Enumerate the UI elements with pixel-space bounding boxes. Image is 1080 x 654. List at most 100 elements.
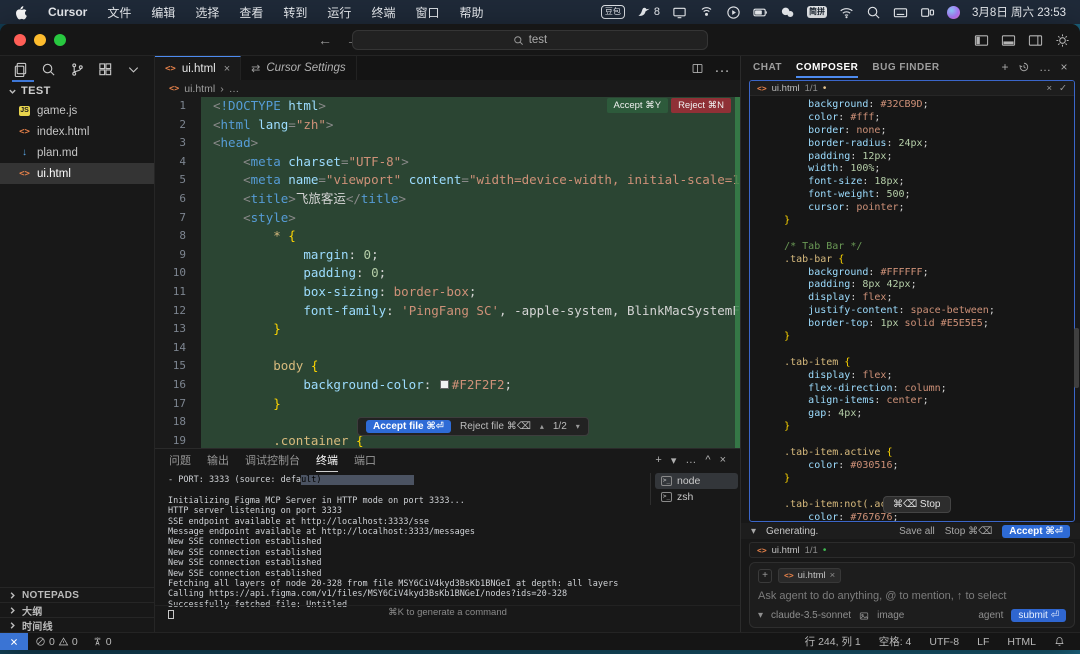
spotlight-search-icon[interactable] — [866, 5, 881, 20]
input-placeholder[interactable]: Ask agent to do anything, @ to mention, … — [758, 590, 1066, 602]
reject-file-button[interactable]: Reject file ⌘⌫ — [460, 421, 531, 432]
maximize-panel-icon[interactable]: ^ — [705, 454, 710, 466]
terminal-session-node[interactable]: >_ node — [655, 473, 738, 489]
composer-code-lines[interactable]: background: #32CB9D; color: #fff; border… — [750, 96, 1074, 522]
keyboard-icon[interactable] — [893, 5, 908, 20]
wifi-icon[interactable] — [839, 5, 854, 20]
code-block-header[interactable]: <> ui.html 1/1 • × ✓ — [750, 81, 1074, 96]
notifications-bell[interactable] — [1047, 636, 1072, 647]
accept-all-button[interactable]: Accept ⌘⏎ — [1002, 525, 1070, 538]
indentation[interactable]: 空格: 4 — [872, 634, 919, 649]
accept-diff-button[interactable]: Accept ⌘Y — [607, 98, 669, 113]
menu-item-go[interactable]: 转到 — [273, 4, 317, 21]
code-editor[interactable]: 1<!DOCTYPE html>2<html lang="zh">3<head>… — [155, 97, 740, 448]
panel-tab-problems[interactable]: 问题 — [169, 452, 191, 468]
source-control-icon[interactable] — [66, 58, 87, 80]
display-icon[interactable] — [672, 5, 687, 20]
play-circle-icon[interactable] — [726, 5, 741, 20]
menu-item-run[interactable]: 运行 — [317, 4, 361, 21]
close-pane-icon[interactable]: × — [1060, 60, 1068, 74]
zoom-window-button[interactable] — [54, 34, 66, 46]
file-item-index-html[interactable]: <> index.html — [0, 121, 154, 142]
menu-item-selection[interactable]: 选择 — [185, 4, 229, 21]
panel-tab-debug-console[interactable]: 调试控制台 — [245, 452, 300, 468]
encoding[interactable]: UTF-8 — [922, 636, 966, 648]
menu-item-terminal[interactable]: 终端 — [361, 4, 405, 21]
problems-status[interactable]: 0 0 — [28, 636, 85, 648]
toggle-secondary-sidebar-icon[interactable] — [1028, 33, 1043, 48]
close-panel-icon[interactable]: × — [720, 454, 726, 466]
reject-block-icon[interactable]: × — [1046, 83, 1052, 94]
command-center-search[interactable]: test — [352, 30, 708, 50]
accept-file-button[interactable]: Accept file ⌘⏎ — [366, 420, 451, 433]
extensions-icon[interactable] — [95, 58, 116, 80]
agent-label[interactable]: agent — [978, 610, 1003, 621]
image-button[interactable]: image — [877, 610, 904, 621]
history-icon[interactable] — [1018, 61, 1030, 73]
save-all-button[interactable]: Save all — [899, 526, 935, 537]
model-selector[interactable]: claude-3.5-sonnet — [771, 610, 851, 621]
menu-item-file[interactable]: 文件 — [97, 4, 141, 21]
pane-more-icon[interactable]: … — [1039, 60, 1052, 74]
next-diff-icon[interactable]: ▾ — [576, 422, 580, 431]
language-mode[interactable]: HTML — [1000, 636, 1043, 648]
tab-cursor-settings[interactable]: ⇄ Cursor Settings — [241, 56, 356, 80]
remove-chip-icon[interactable]: × — [830, 570, 836, 581]
menu-item-app[interactable]: Cursor — [38, 5, 97, 19]
menu-item-edit[interactable]: 编辑 — [141, 4, 185, 21]
battery-icon[interactable] — [753, 5, 768, 20]
toggle-panel-icon[interactable] — [1001, 33, 1016, 48]
remote-indicator[interactable] — [0, 633, 28, 650]
terminal-body[interactable]: - PORT: 3333 (source: default) Initializ… — [155, 471, 740, 619]
breadcrumb-file[interactable]: ui.html — [184, 83, 215, 95]
cursor-position[interactable]: 行 244, 列 1 — [798, 634, 868, 649]
menu-clock[interactable]: 3月8日 周六 23:53 — [972, 4, 1066, 20]
new-terminal-icon[interactable]: + — [655, 454, 661, 466]
close-tab-icon[interactable]: × — [224, 63, 230, 75]
input-method-badge[interactable]: 简拼 — [807, 6, 827, 18]
more-views-chevron-icon[interactable] — [123, 58, 144, 80]
wechat-icon[interactable] — [780, 5, 795, 20]
close-window-button[interactable] — [14, 34, 26, 46]
section-timeline[interactable]: 时间线 — [0, 617, 154, 632]
minimize-window-button[interactable] — [34, 34, 46, 46]
new-chat-icon[interactable]: + — [1001, 60, 1009, 74]
bird-notification-icon[interactable]: 8 — [637, 5, 660, 20]
accept-block-icon[interactable]: ✓ — [1059, 83, 1067, 94]
menu-item-view[interactable]: 查看 — [229, 4, 273, 21]
explorer-section-header[interactable]: TEST — [0, 82, 154, 100]
tab-composer[interactable]: COMPOSER — [796, 62, 858, 78]
stop-generation-tooltip[interactable]: ⌘⌫ Stop — [883, 496, 951, 513]
explorer-icon[interactable] — [10, 58, 31, 80]
tab-ui-html[interactable]: <> ui.html × — [155, 56, 241, 80]
breadcrumb-more[interactable]: … — [229, 83, 240, 95]
file-item-plan-md[interactable]: ↓ plan.md — [0, 142, 154, 163]
file-item-game-js[interactable]: JS game.js — [0, 100, 154, 121]
add-context-button[interactable]: + — [758, 569, 772, 583]
nav-back-button[interactable]: ← — [318, 32, 332, 48]
search-view-icon[interactable] — [38, 58, 59, 80]
prev-diff-icon[interactable]: ▴ — [540, 422, 544, 431]
tab-chat[interactable]: CHAT — [753, 62, 782, 73]
airdrop-icon[interactable] — [699, 5, 714, 20]
terminal-dropdown-icon[interactable]: ▾ — [671, 454, 677, 467]
stop-button[interactable]: Stop ⌘⌫ — [945, 526, 993, 537]
panel-tab-ports[interactable]: 端口 — [354, 452, 376, 468]
panel-tab-output[interactable]: 输出 — [207, 452, 229, 468]
editor-more-actions-icon[interactable]: … — [714, 59, 730, 77]
tab-bug-finder[interactable]: BUG FINDER — [872, 62, 939, 73]
settings-gear-icon[interactable] — [1055, 33, 1070, 48]
changed-file-row[interactable]: <> ui.html 1/1 • — [749, 542, 1075, 558]
panel-more-icon[interactable]: … — [685, 454, 696, 466]
stage-manager-icon[interactable] — [920, 5, 935, 20]
context-chip-ui-html[interactable]: <> ui.html × — [778, 568, 841, 583]
panel-tab-terminal[interactable]: 终端 — [316, 452, 338, 472]
ports-status[interactable]: 0 — [85, 636, 119, 648]
model-dropdown-chevron[interactable]: ▾ — [758, 610, 763, 621]
reject-diff-button[interactable]: Reject ⌘N — [671, 98, 731, 113]
collapse-chevron-icon[interactable]: ▾ — [751, 526, 756, 537]
panel-scrollbar[interactable] — [1074, 328, 1079, 388]
image-icon[interactable] — [859, 611, 869, 621]
menu-item-help[interactable]: 帮助 — [449, 4, 493, 21]
submit-button[interactable]: submit ⏎ — [1011, 609, 1066, 622]
